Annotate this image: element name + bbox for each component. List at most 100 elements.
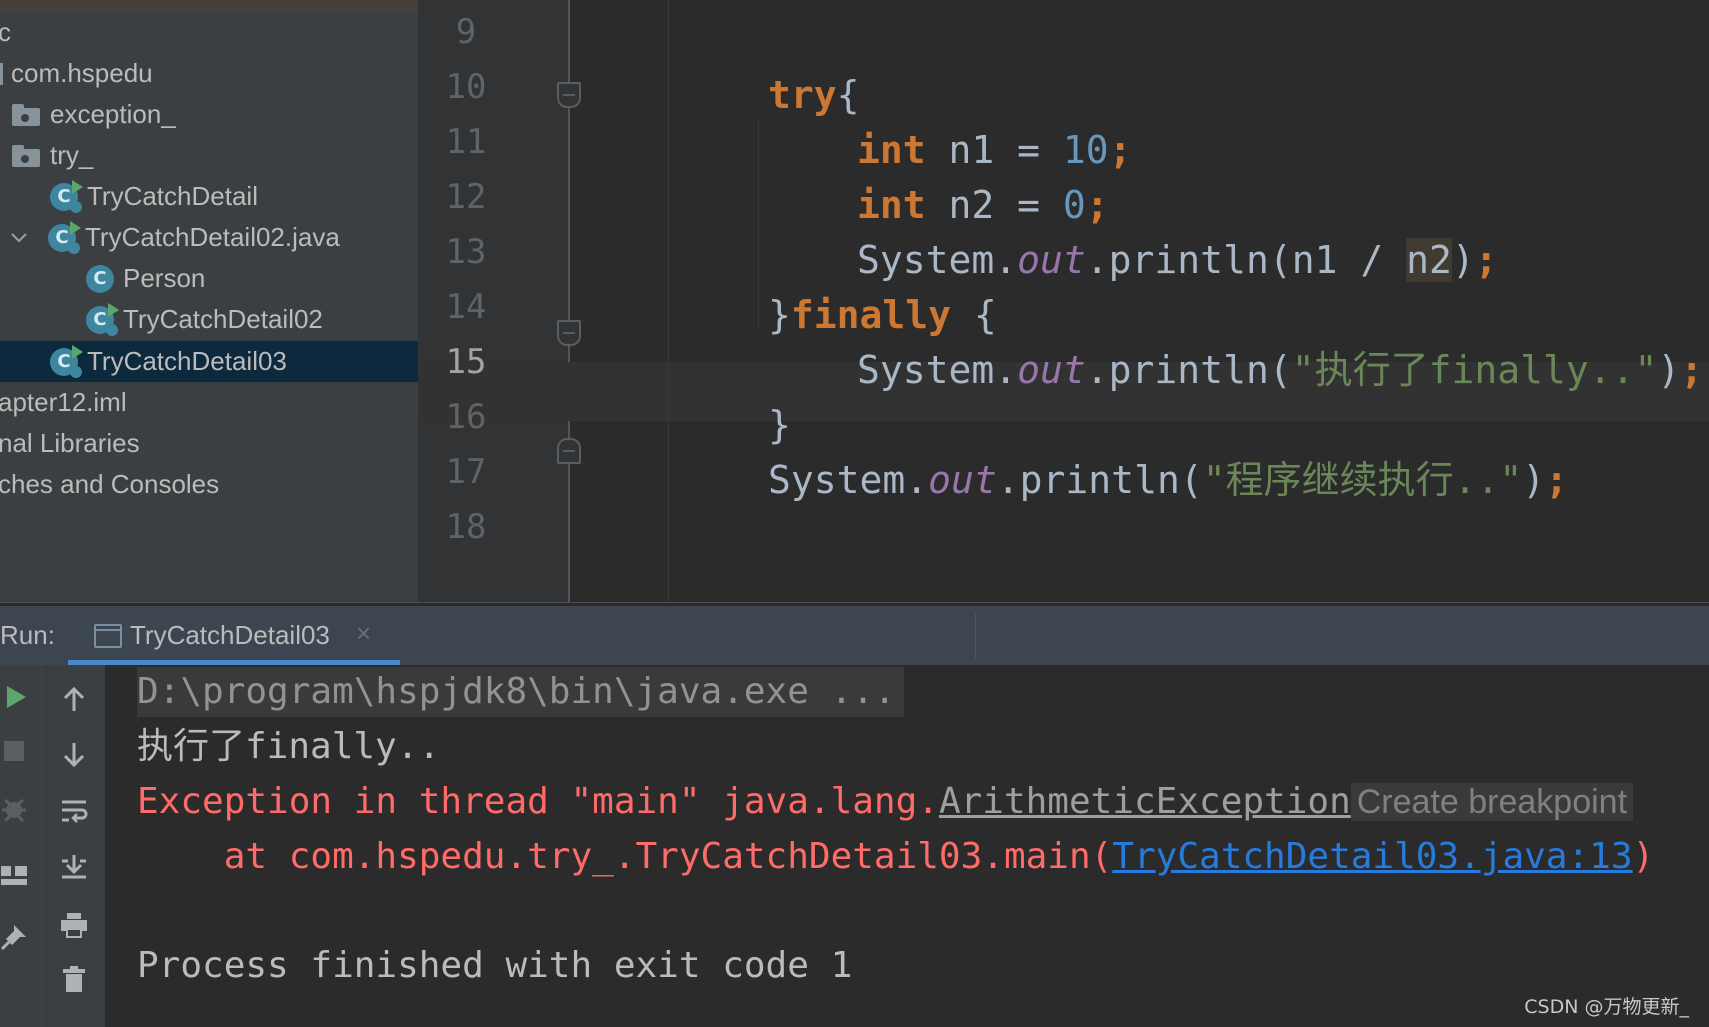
fold-marker-icon[interactable] <box>557 320 581 346</box>
code-field: out <box>1017 238 1086 282</box>
tree-item-src[interactable]: c <box>0 12 416 53</box>
console-exit-line: Process finished with exit code 1 <box>137 945 853 986</box>
code-field: out <box>1017 348 1086 392</box>
code-punct: ) <box>1522 458 1546 502</box>
code-line-12[interactable]: int n2 = 0; <box>857 180 1109 230</box>
class-icon: C <box>86 264 114 293</box>
stop-icon[interactable] <box>0 731 34 771</box>
runnable-class-icon: C <box>50 344 83 378</box>
code-class: System. <box>857 348 1018 392</box>
code-class: System. <box>768 458 929 502</box>
code-class: System. <box>857 238 1018 282</box>
layout-icon[interactable] <box>0 855 34 895</box>
tree-item-trycatchdetail[interactable]: C TryCatchDetail <box>0 176 418 217</box>
code-number: 10 <box>1062 128 1109 172</box>
code-punct: } <box>768 403 791 447</box>
trash-icon[interactable] <box>54 959 94 999</box>
tree-item-label: TryCatchDetail <box>87 181 258 211</box>
code-line-13[interactable]: System.out.println(n1 / n2); <box>857 235 1498 285</box>
fold-marker-icon[interactable] <box>557 82 581 108</box>
debug-icon[interactable] <box>0 789 34 829</box>
watermark: CSDN @万物更新_ <box>1524 996 1689 1018</box>
tree-item-label: nal Libraries <box>0 428 140 458</box>
soft-wrap-icon[interactable] <box>54 791 94 831</box>
console-output[interactable]: D:\program\hspjdk8\bin\java.exe ... 执行了f… <box>105 665 1709 1027</box>
runnable-class-icon: C <box>86 302 119 336</box>
package-folder-icon <box>12 144 42 167</box>
code-line-14[interactable]: }finally { <box>768 290 997 340</box>
console-command-line: D:\program\hspjdk8\bin\java.exe ... <box>137 667 904 717</box>
tree-item-person[interactable]: C Person <box>0 258 418 299</box>
project-tree-panel: c com.hspedu exception_ try_ C TryCatchD… <box>0 0 418 602</box>
code-semicolon: ; <box>1085 183 1109 227</box>
console-window-icon <box>94 624 122 648</box>
indent-guide <box>758 118 759 328</box>
code-ident: n2 = <box>925 183 1063 227</box>
tree-item-label: TryCatchDetail03 <box>87 346 287 376</box>
run-label: Run: <box>0 620 55 650</box>
keyword-int: int <box>857 128 926 172</box>
create-breakpoint-link[interactable]: Create breakpoint <box>1350 783 1634 821</box>
code-line-16[interactable]: } <box>768 400 791 450</box>
code-ident: n1 = <box>925 128 1063 172</box>
run-tab-title: TryCatchDetail03 <box>130 620 330 650</box>
tree-item-scratches-and-consoles[interactable]: ches and Consoles <box>0 464 416 505</box>
close-icon[interactable]: × <box>356 618 371 649</box>
tree-item-label: TryCatchDetail02.java <box>85 222 340 252</box>
code-line-15[interactable]: System.out.println("执行了finally.."); <box>857 345 1703 395</box>
line-number: 18 <box>445 507 487 547</box>
run-panel-header: Run: TryCatchDetail03 × <box>0 606 1709 665</box>
console-stacktrace-line: at com.hspedu.try_.TryCatchDetail03.main… <box>137 832 1655 882</box>
tree-item-trycatchdetail03[interactable]: C TryCatchDetail03 <box>0 341 418 382</box>
header-divider <box>975 614 976 658</box>
code-punct: ) <box>1657 348 1681 392</box>
code-punct: { <box>951 293 997 337</box>
code-line-10[interactable]: try{ <box>768 70 860 120</box>
tree-item-try-package[interactable]: try_ <box>0 135 418 176</box>
chevron-down-icon[interactable] <box>10 229 28 247</box>
source-location-link[interactable]: TryCatchDetail03.java:13 <box>1112 836 1632 877</box>
scroll-to-end-icon[interactable] <box>54 847 94 887</box>
code-call: .println( <box>1085 348 1292 392</box>
code-call: .println(n1 / <box>1085 238 1407 282</box>
down-arrow-icon[interactable] <box>54 735 94 775</box>
code-punct: } <box>768 293 791 337</box>
stacktrace-prefix: at com.hspedu.try_.TryCatchDetail03.main… <box>137 836 1113 877</box>
tree-item-label: c <box>0 17 11 47</box>
tree-item-com-hspedu[interactable]: com.hspedu <box>0 53 418 94</box>
tree-item-label: try_ <box>50 140 94 170</box>
line-number: 13 <box>445 232 487 272</box>
code-semicolon: ; <box>1545 458 1568 502</box>
code-line-11[interactable]: int n1 = 10; <box>857 125 1132 175</box>
code-editor[interactable] <box>570 0 1709 602</box>
run-tab-trycatchdetail03[interactable]: TryCatchDetail03 × <box>68 606 400 665</box>
tree-item-external-libraries[interactable]: nal Libraries <box>0 423 416 464</box>
code-string: "执行了finally.." <box>1291 348 1658 392</box>
package-icon <box>0 62 3 85</box>
tree-item-trycatchdetail02-java[interactable]: C TryCatchDetail02.java <box>0 217 418 258</box>
line-number: 9 <box>455 12 477 52</box>
print-icon[interactable] <box>54 905 94 945</box>
pin-icon[interactable] <box>0 917 34 957</box>
exception-class-link[interactable]: ArithmeticException <box>939 781 1351 822</box>
keyword-finally: finally <box>790 293 952 337</box>
fold-marker-icon[interactable] <box>557 438 581 464</box>
code-semicolon: ; <box>1108 128 1132 172</box>
code-line-17[interactable]: System.out.println("程序继续执行.."); <box>768 455 1568 505</box>
tree-item-label: com.hspedu <box>11 58 153 88</box>
run-icon[interactable] <box>0 677 36 717</box>
line-number: 12 <box>445 177 487 217</box>
runnable-class-icon: C <box>50 179 83 213</box>
line-number: 10 <box>445 67 487 107</box>
code-highlighted-usage: n2 <box>1406 238 1452 282</box>
tree-item-iml-file[interactable]: apter12.iml <box>0 382 416 423</box>
keyword-int: int <box>857 183 926 227</box>
tree-item-trycatchdetail02[interactable]: C TryCatchDetail02 <box>0 299 418 340</box>
tree-item-exception-package[interactable]: exception_ <box>0 94 418 135</box>
exception-prefix: Exception in thread "main" java.lang. <box>137 781 939 822</box>
tree-item-label: apter12.iml <box>0 387 127 417</box>
up-arrow-icon[interactable] <box>54 679 94 719</box>
code-call: .println( <box>996 458 1203 502</box>
console-output-line: 执行了finally.. <box>137 726 441 767</box>
console-exception-line: Exception in thread "main" java.lang.Ari… <box>137 777 1634 827</box>
